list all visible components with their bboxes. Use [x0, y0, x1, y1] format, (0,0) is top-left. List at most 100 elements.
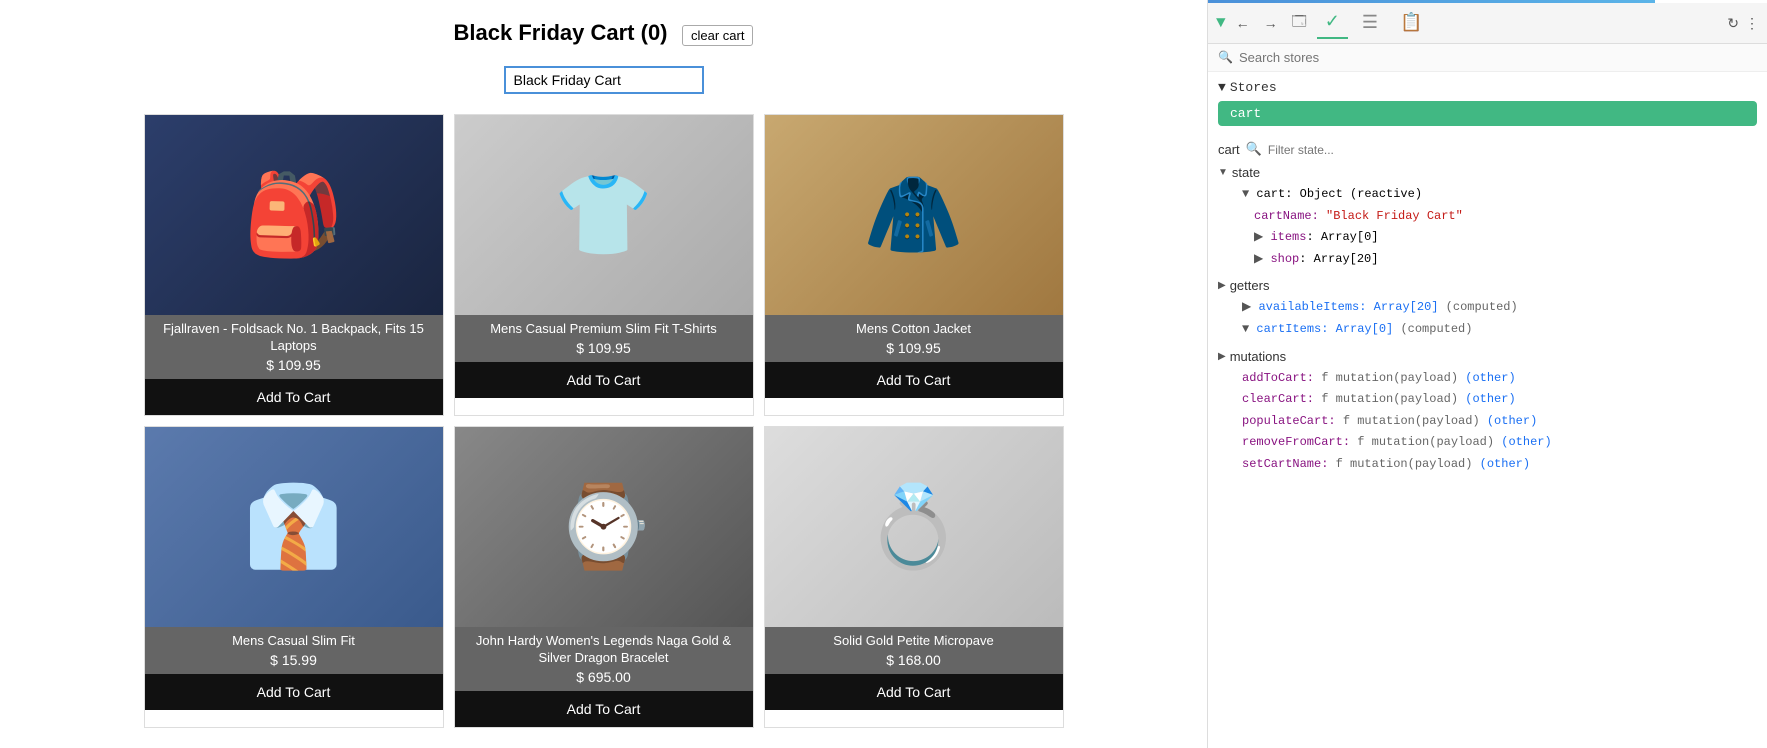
available-items-row: ▶ availableItems: Array[20] (computed): [1230, 297, 1757, 319]
state-panel: cart 🔍 ▼ state ▼ cart: Object (reactive)…: [1208, 134, 1767, 748]
mutation-name: addToCart:: [1242, 371, 1314, 385]
product-info-4: Mens Casual Slim Fit $ 15.99: [145, 627, 443, 674]
mutation-name: populateCart:: [1242, 414, 1336, 428]
product-card: John Hardy Women's Legends Naga Gold & S…: [454, 426, 754, 728]
product-info-2: Mens Casual Premium Slim Fit T-Shirts $ …: [455, 315, 753, 362]
items-row: ▶ items: Array[0]: [1230, 227, 1757, 249]
mutation-row: populateCart: f mutation(payload) (other…: [1230, 411, 1757, 433]
state-section-header: ▼ state: [1218, 165, 1757, 180]
shop-header: Black Friday Cart (0) clear cart: [20, 20, 1187, 46]
available-items-expand-icon[interactable]: ▶: [1242, 300, 1251, 314]
cart-object-row: ▼ cart: Object (reactive): [1230, 184, 1757, 206]
product-card: Mens Casual Premium Slim Fit T-Shirts $ …: [454, 114, 754, 416]
add-to-cart-button-5[interactable]: Add To Cart: [455, 691, 753, 727]
available-items-computed: (computed): [1446, 300, 1518, 314]
product-price-6: $ 168.00: [775, 652, 1053, 668]
product-price-5: $ 695.00: [465, 669, 743, 685]
state-triangle-icon: ▼: [1218, 167, 1228, 178]
state-tree: ▼ cart: Object (reactive) cartName: "Bla…: [1218, 184, 1757, 270]
filter-state-input[interactable]: [1268, 143, 1423, 157]
cart-object-label: cart: Object (reactive): [1256, 187, 1422, 201]
add-to-cart-button-2[interactable]: Add To Cart: [455, 362, 753, 398]
add-to-cart-button-4[interactable]: Add To Cart: [145, 674, 443, 710]
back-button[interactable]: ←: [1232, 13, 1254, 33]
product-image-5: [455, 427, 753, 627]
mutation-signature: f mutation(payload): [1336, 457, 1473, 471]
product-image-3: [765, 115, 1063, 315]
search-stores-input[interactable]: [1239, 50, 1757, 65]
product-name-4: Mens Casual Slim Fit: [155, 633, 433, 650]
mutation-tag: (other): [1465, 371, 1515, 385]
shop-label: shop: [1270, 252, 1299, 266]
shop-value: : Array[20]: [1299, 252, 1378, 266]
cart-label: cart: [1218, 142, 1240, 157]
product-info-1: Fjallraven - Foldsack No. 1 Backpack, Fi…: [145, 315, 443, 379]
mutation-row: setCartName: f mutation(payload) (other): [1230, 454, 1757, 476]
cart-items-expand-icon[interactable]: ▼: [1242, 322, 1249, 336]
tab-vuex[interactable]: ✓: [1317, 7, 1348, 39]
mutation-row: removeFromCart: f mutation(payload) (oth…: [1230, 432, 1757, 454]
mutations-section-header: ▶ mutations: [1218, 349, 1757, 364]
add-to-cart-button-6[interactable]: Add To Cart: [765, 674, 1063, 710]
product-info-5: John Hardy Women's Legends Naga Gold & S…: [455, 627, 753, 691]
product-image-2: [455, 115, 753, 315]
mutation-signature: f mutation(payload): [1343, 414, 1480, 428]
forward-button[interactable]: →: [1260, 13, 1282, 33]
product-image-1: [145, 115, 443, 315]
add-to-cart-button-3[interactable]: Add To Cart: [765, 362, 1063, 398]
product-card: Mens Cotton Jacket $ 109.95 Add To Cart: [764, 114, 1064, 416]
getters-section-header: ▶ getters: [1218, 278, 1757, 293]
cart-name-input[interactable]: [504, 66, 704, 94]
product-name-3: Mens Cotton Jacket: [775, 321, 1053, 338]
stores-label: ▼ Stores: [1218, 80, 1757, 95]
mutations-triangle-icon: ▶: [1218, 351, 1226, 362]
clear-cart-button[interactable]: clear cart: [682, 25, 753, 46]
stores-section: ▼ Stores cart: [1208, 72, 1767, 134]
items-label: items: [1270, 230, 1306, 244]
store-item-cart[interactable]: cart: [1218, 101, 1757, 126]
tab-assets[interactable]: 📋: [1392, 8, 1430, 38]
product-name-5: John Hardy Women's Legends Naga Gold & S…: [465, 633, 743, 667]
product-name-1: Fjallraven - Foldsack No. 1 Backpack, Fi…: [155, 321, 433, 355]
tab-components[interactable]: ☰: [1354, 8, 1386, 38]
vue-logo-icon: ▼: [1216, 14, 1226, 32]
mutation-tag: (other): [1501, 435, 1551, 449]
mutation-name: setCartName:: [1242, 457, 1328, 471]
product-price-4: $ 15.99: [155, 652, 433, 668]
getters-tree: ▶ availableItems: Array[20] (computed) ▼…: [1218, 297, 1757, 340]
devtools-panel: ▼ ← → 🗔 ✓ ☰ 📋 ↻ ⋮ 🔍 ▼ Stores cart cart 🔍…: [1207, 0, 1767, 748]
shop-expand-icon[interactable]: ▶: [1254, 252, 1263, 266]
product-image-4: [145, 427, 443, 627]
product-name-6: Solid Gold Petite Micropave: [775, 633, 1053, 650]
mutation-row: clearCart: f mutation(payload) (other): [1230, 389, 1757, 411]
mutation-name: removeFromCart:: [1242, 435, 1350, 449]
filter-row: cart 🔍: [1218, 142, 1757, 157]
mutation-name: clearCart:: [1242, 392, 1314, 406]
items-value: : Array[0]: [1306, 230, 1378, 244]
stores-triangle-icon: ▼: [1218, 80, 1226, 95]
devtools-toolbar: ▼ ← → 🗔 ✓ ☰ 📋 ↻ ⋮: [1208, 3, 1767, 44]
search-stores-bar: 🔍: [1208, 44, 1767, 72]
items-expand-icon[interactable]: ▶: [1254, 230, 1263, 244]
browser-history-button[interactable]: 🗔: [1288, 9, 1311, 37]
mutation-signature: f mutation(payload): [1321, 392, 1458, 406]
add-to-cart-button-1[interactable]: Add To Cart: [145, 379, 443, 415]
shop-row: ▶ shop: Array[20]: [1230, 249, 1757, 271]
cart-name-container: [20, 66, 1187, 94]
product-image-6: [765, 427, 1063, 627]
cart-name-row: cartName: "Black Friday Cart": [1230, 206, 1757, 228]
cart-name-key: cartName:: [1254, 209, 1319, 223]
cart-expand-icon[interactable]: ▼: [1242, 187, 1249, 201]
search-icon: 🔍: [1218, 50, 1233, 65]
more-menu-button[interactable]: ⋮: [1745, 15, 1759, 32]
product-price-2: $ 109.95: [465, 340, 743, 356]
search-state-icon: 🔍: [1246, 142, 1262, 157]
products-grid: Fjallraven - Foldsack No. 1 Backpack, Fi…: [20, 114, 1187, 728]
page-title: Black Friday Cart (0): [454, 20, 668, 45]
mutation-tag: (other): [1465, 392, 1515, 406]
product-name-2: Mens Casual Premium Slim Fit T-Shirts: [465, 321, 743, 338]
product-price-1: $ 109.95: [155, 357, 433, 373]
product-card: Fjallraven - Foldsack No. 1 Backpack, Fi…: [144, 114, 444, 416]
mutation-signature: f mutation(payload): [1321, 371, 1458, 385]
refresh-button[interactable]: ↻: [1727, 15, 1739, 32]
